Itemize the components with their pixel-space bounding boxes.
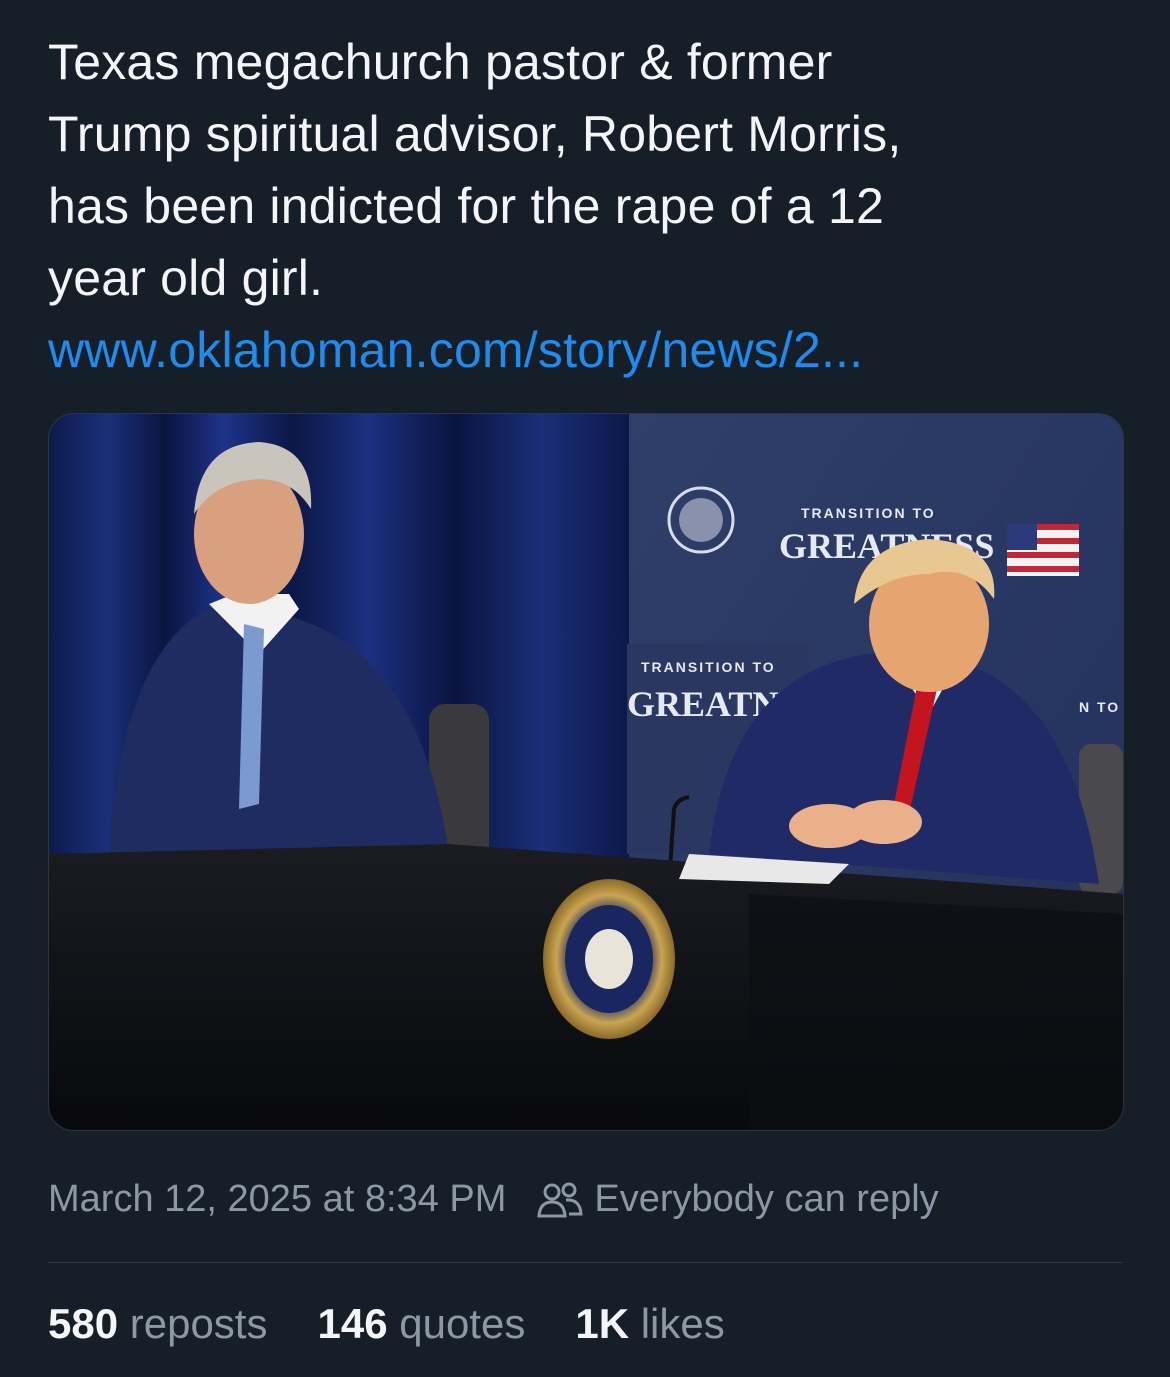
post-text-line: has been indicted for the rape of a 12 bbox=[48, 178, 884, 234]
reposts-stat[interactable]: 580 reposts bbox=[48, 1300, 267, 1348]
article-link[interactable]: www.oklahoman.com/story/news/2... bbox=[48, 314, 1128, 386]
flag-icon bbox=[1007, 524, 1079, 576]
presidential-seal bbox=[543, 879, 675, 1039]
likes-stat[interactable]: 1K likes bbox=[575, 1300, 724, 1348]
svg-text:TRANSITION TO: TRANSITION TO bbox=[801, 505, 936, 521]
likes-count: 1K bbox=[575, 1300, 641, 1347]
reposts-count: 580 bbox=[48, 1300, 130, 1347]
quotes-stat[interactable]: 146 quotes bbox=[317, 1300, 525, 1348]
svg-text:TRANSITION TO: TRANSITION TO bbox=[641, 659, 776, 675]
post-meta: March 12, 2025 at 8:34 PM Everybody can … bbox=[48, 1178, 939, 1221]
post-text-line: Trump spiritual advisor, Robert Morris, bbox=[48, 106, 902, 162]
reply-setting[interactable]: Everybody can reply bbox=[594, 1178, 938, 1221]
quotes-count: 146 bbox=[317, 1300, 400, 1347]
divider bbox=[48, 1262, 1122, 1263]
likes-label: likes bbox=[640, 1300, 725, 1347]
post-text: Texas megachurch pastor & former Trump s… bbox=[48, 26, 1128, 386]
post-text-line: year old girl. bbox=[48, 250, 324, 306]
post-image[interactable]: TRANSITION TO GREATNESS TRANSITION TO GR… bbox=[48, 413, 1124, 1131]
timestamp[interactable]: March 12, 2025 at 8:34 PM bbox=[48, 1178, 506, 1221]
quotes-label: quotes bbox=[399, 1300, 526, 1347]
svg-text:N TO: N TO bbox=[1079, 699, 1120, 715]
engagement-stats: 580 reposts 146 quotes 1K likes bbox=[48, 1300, 775, 1348]
people-icon bbox=[537, 1182, 583, 1217]
reposts-label: reposts bbox=[129, 1300, 268, 1347]
post-text-line: Texas megachurch pastor & former bbox=[48, 34, 833, 90]
